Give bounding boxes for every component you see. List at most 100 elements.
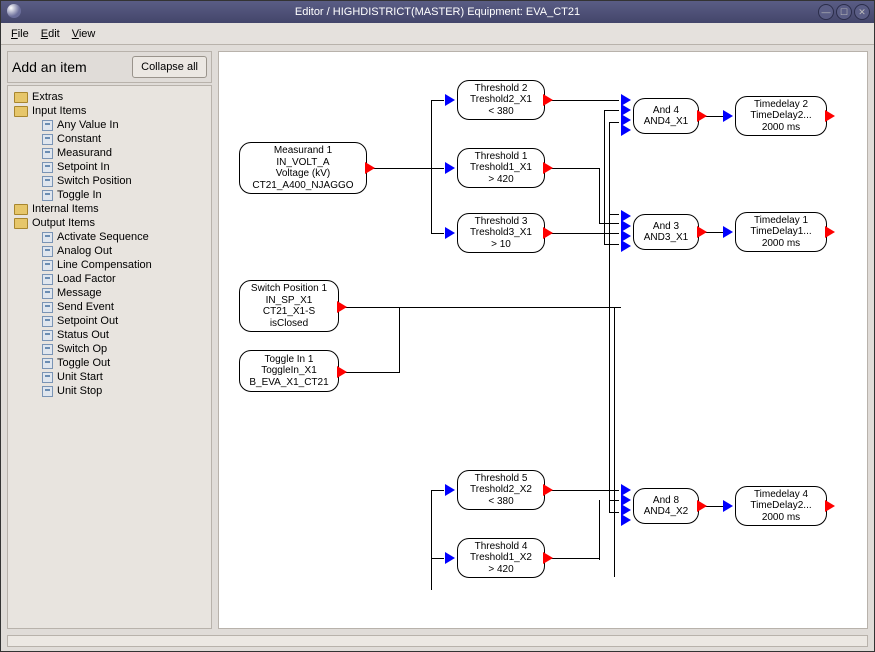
block-threshold-1[interactable]: Threshold 1 Treshold1_X1 > 420 <box>457 148 545 188</box>
port-in-icon <box>445 552 455 564</box>
block-line: 2000 ms <box>762 512 800 524</box>
sidebar: Add an item Collapse all Extras Input It… <box>7 51 212 629</box>
block-line: Voltage (kV) <box>276 168 330 180</box>
statusbar <box>7 635 868 647</box>
block-threshold-4[interactable]: Threshold 4 Treshold1_X2 > 420 <box>457 538 545 578</box>
tree-item-unit-start[interactable]: Unit Start <box>10 370 209 384</box>
tree-item-constant[interactable]: Constant <box>10 132 209 146</box>
block-toggle-in-1[interactable]: Toggle In 1 ToggleIn_X1 B_EVA_X1_CT21 <box>239 350 339 392</box>
menu-edit[interactable]: Edit <box>35 26 66 42</box>
block-threshold-3[interactable]: Threshold 3 Treshold3_X1 > 10 <box>457 213 545 253</box>
tree-item-load-factor[interactable]: Load Factor <box>10 272 209 286</box>
tree-folder-internal-items[interactable]: Internal Items <box>10 202 209 216</box>
block-line: And 3 <box>653 221 679 233</box>
menu-file[interactable]: File <box>5 26 35 42</box>
tree-item-analog-out[interactable]: Analog Out <box>10 244 209 258</box>
port-in-icon <box>445 227 455 239</box>
folder-icon <box>14 92 28 103</box>
block-line: AND4_X2 <box>644 506 688 518</box>
block-threshold-2[interactable]: Threshold 2 Treshold2_X1 < 380 <box>457 80 545 120</box>
tree-item-line-compensation[interactable]: Line Compensation <box>10 258 209 272</box>
tree-label: Load Factor <box>57 273 116 285</box>
tree-item-any-value-in[interactable]: Any Value In <box>10 118 209 132</box>
block-line: Measurand 1 <box>274 145 332 157</box>
diagram-canvas[interactable]: Measurand 1 IN_VOLT_A Voltage (kV) CT21_… <box>219 52 868 629</box>
item-icon <box>42 316 53 327</box>
block-timedelay-2[interactable]: Timedelay 2 TimeDelay2... 2000 ms <box>735 96 827 136</box>
port-out-icon <box>543 227 553 239</box>
tree-item-status-out[interactable]: Status Out <box>10 328 209 342</box>
block-timedelay-1[interactable]: Timedelay 1 TimeDelay1... 2000 ms <box>735 212 827 252</box>
tree-folder-output-items[interactable]: Output Items <box>10 216 209 230</box>
port-out-icon <box>825 110 835 122</box>
item-icon <box>42 162 53 173</box>
block-switch-position-1[interactable]: Switch Position 1 IN_SP_X1 CT21_X1-S isC… <box>239 280 339 332</box>
titlebar[interactable]: Editor / HIGHDISTRICT(MASTER) Equipment:… <box>1 1 874 23</box>
port-out-icon <box>337 301 347 313</box>
tree-folder-extras[interactable]: Extras <box>10 90 209 104</box>
tree-label: Setpoint Out <box>57 315 118 327</box>
block-line: < 380 <box>488 496 513 508</box>
block-line: And 8 <box>653 495 679 507</box>
collapse-all-button[interactable]: Collapse all <box>132 56 207 78</box>
item-tree[interactable]: Extras Input Items Any Value In Constant… <box>7 85 212 629</box>
port-in-icon <box>621 514 631 526</box>
tree-label: Analog Out <box>57 245 112 257</box>
block-line: Timedelay 2 <box>754 99 808 111</box>
block-and-8[interactable]: And 8 AND4_X2 <box>633 488 699 524</box>
tree-label: Switch Position <box>57 175 132 187</box>
port-out-icon <box>825 226 835 238</box>
tree-folder-input-items[interactable]: Input Items <box>10 104 209 118</box>
port-out-icon <box>543 94 553 106</box>
item-icon <box>42 176 53 187</box>
port-out-icon <box>697 110 707 122</box>
maximize-button[interactable]: ☐ <box>836 4 852 20</box>
tree-label: Extras <box>32 91 63 103</box>
block-and-3[interactable]: And 3 AND3_X1 <box>633 214 699 250</box>
port-in-icon <box>723 226 733 238</box>
tree-item-setpoint-in[interactable]: Setpoint In <box>10 160 209 174</box>
block-line: Treshold2_X1 <box>470 94 532 106</box>
block-line: TimeDelay2... <box>750 500 811 512</box>
close-button[interactable]: ✕ <box>854 4 870 20</box>
window-title: Editor / HIGHDISTRICT(MASTER) Equipment:… <box>295 6 580 18</box>
block-line: AND3_X1 <box>644 232 688 244</box>
tree-label: Message <box>57 287 102 299</box>
block-and-4[interactable]: And 4 AND4_X1 <box>633 98 699 134</box>
item-icon <box>42 232 53 243</box>
block-threshold-5[interactable]: Threshold 5 Treshold2_X2 < 380 <box>457 470 545 510</box>
port-in-icon <box>723 500 733 512</box>
diagram-canvas-scroll[interactable]: Measurand 1 IN_VOLT_A Voltage (kV) CT21_… <box>218 51 868 629</box>
tree-item-message[interactable]: Message <box>10 286 209 300</box>
block-measurand-1[interactable]: Measurand 1 IN_VOLT_A Voltage (kV) CT21_… <box>239 142 367 194</box>
app-window: Editor / HIGHDISTRICT(MASTER) Equipment:… <box>0 0 875 652</box>
block-line: Threshold 1 <box>475 151 528 163</box>
port-in-icon <box>445 162 455 174</box>
port-in-icon <box>445 484 455 496</box>
tree-item-setpoint-out[interactable]: Setpoint Out <box>10 314 209 328</box>
menu-view[interactable]: View <box>66 26 102 42</box>
item-icon <box>42 120 53 131</box>
tree-label: Send Event <box>57 301 114 313</box>
tree-item-measurand[interactable]: Measurand <box>10 146 209 160</box>
tree-item-toggle-out[interactable]: Toggle Out <box>10 356 209 370</box>
tree-item-toggle-in[interactable]: Toggle In <box>10 188 209 202</box>
port-out-icon <box>543 552 553 564</box>
tree-item-switch-position[interactable]: Switch Position <box>10 174 209 188</box>
tree-item-switch-op[interactable]: Switch Op <box>10 342 209 356</box>
tree-item-activate-sequence[interactable]: Activate Sequence <box>10 230 209 244</box>
sidebar-header: Add an item Collapse all <box>7 51 212 83</box>
item-icon <box>42 344 53 355</box>
tree-label: Toggle In <box>57 189 102 201</box>
tree-item-send-event[interactable]: Send Event <box>10 300 209 314</box>
tree-item-unit-stop[interactable]: Unit Stop <box>10 384 209 398</box>
block-line: Treshold2_X2 <box>470 484 532 496</box>
tree-label: Toggle Out <box>57 357 110 369</box>
block-line: And 4 <box>653 105 679 117</box>
item-icon <box>42 288 53 299</box>
tree-label: Line Compensation <box>57 259 152 271</box>
block-timedelay-4[interactable]: Timedelay 4 TimeDelay2... 2000 ms <box>735 486 827 526</box>
tree-label: Output Items <box>32 217 95 229</box>
minimize-button[interactable]: — <box>818 4 834 20</box>
port-out-icon <box>337 366 347 378</box>
